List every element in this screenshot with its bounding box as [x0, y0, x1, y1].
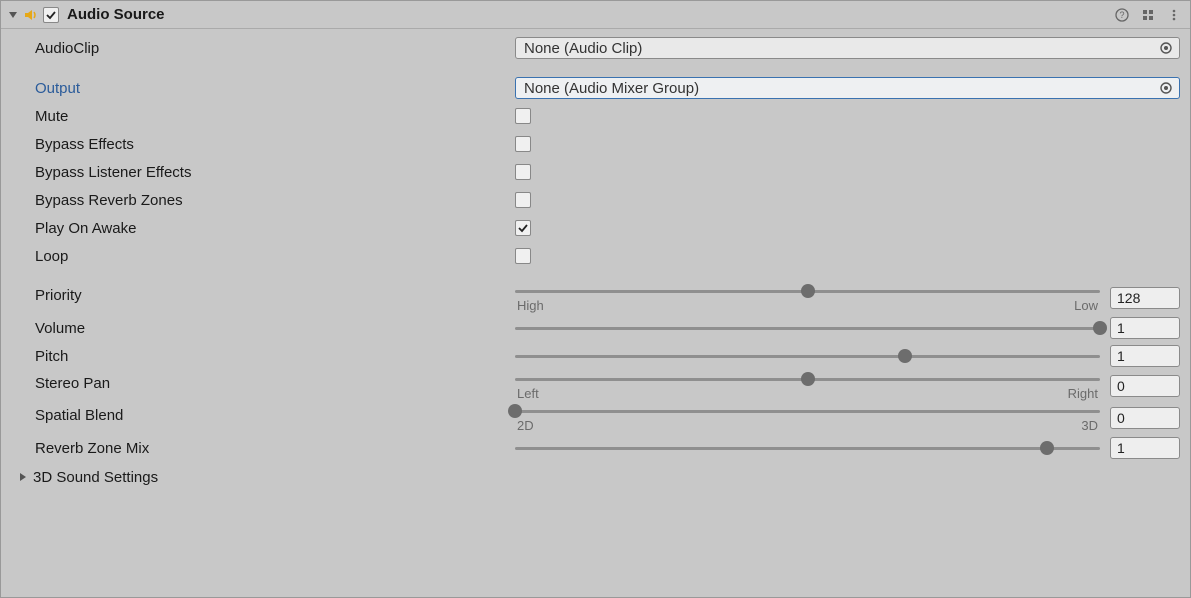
mute-label: Mute: [35, 108, 515, 125]
bypass-listener-effects-checkbox[interactable]: [515, 164, 531, 180]
3d-sound-settings-label: 3D Sound Settings: [33, 469, 158, 486]
reverb-zone-mix-slider[interactable]: [515, 440, 1100, 456]
svg-text:?: ?: [1119, 10, 1124, 20]
chevron-right-icon: [17, 471, 29, 483]
stereo-pan-label: Stereo Pan: [35, 371, 515, 392]
priority-max-label: Low: [1074, 298, 1098, 313]
presets-icon[interactable]: [1138, 5, 1158, 25]
output-label: Output: [35, 80, 515, 97]
component-body: AudioClip None (Audio Clip) Output None …: [1, 29, 1190, 597]
reverb-zone-mix-label: Reverb Zone Mix: [35, 440, 515, 457]
context-menu-icon[interactable]: [1164, 5, 1184, 25]
spatial-blend-label: Spatial Blend: [35, 403, 515, 424]
pitch-label: Pitch: [35, 348, 515, 365]
play-on-awake-checkbox[interactable]: [515, 220, 531, 236]
bypass-reverb-zones-label: Bypass Reverb Zones: [35, 192, 515, 209]
bypass-listener-effects-label: Bypass Listener Effects: [35, 164, 515, 181]
help-icon[interactable]: ?: [1112, 5, 1132, 25]
priority-min-label: High: [517, 298, 544, 313]
loop-checkbox[interactable]: [515, 248, 531, 264]
object-picker-icon[interactable]: [1157, 79, 1175, 97]
pitch-thumb[interactable]: [898, 349, 912, 363]
loop-label: Loop: [35, 248, 515, 265]
spatial-blend-thumb[interactable]: [508, 404, 522, 418]
stereo-pan-slider[interactable]: [515, 371, 1100, 387]
volume-label: Volume: [35, 320, 515, 337]
pitch-value[interactable]: 1: [1110, 345, 1180, 367]
object-picker-icon[interactable]: [1157, 39, 1175, 57]
foldout-toggle-icon[interactable]: [7, 9, 19, 21]
bypass-effects-checkbox[interactable]: [515, 136, 531, 152]
component-header[interactable]: Audio Source ?: [1, 1, 1190, 29]
mute-checkbox[interactable]: [515, 108, 531, 124]
audioclip-field[interactable]: None (Audio Clip): [515, 37, 1180, 59]
spatial-blend-max-label: 3D: [1081, 418, 1098, 433]
stereo-pan-value[interactable]: 0: [1110, 375, 1180, 397]
audioclip-label: AudioClip: [35, 40, 515, 57]
bypass-reverb-zones-checkbox[interactable]: [515, 192, 531, 208]
priority-label: Priority: [35, 283, 515, 304]
component-title: Audio Source: [67, 6, 165, 23]
stereo-pan-thumb[interactable]: [801, 372, 815, 386]
pitch-slider[interactable]: [515, 348, 1100, 364]
priority-thumb[interactable]: [801, 284, 815, 298]
reverb-zone-mix-thumb[interactable]: [1040, 441, 1054, 455]
volume-slider[interactable]: [515, 320, 1100, 336]
component-enable-checkbox[interactable]: [43, 7, 59, 23]
reverb-zone-mix-value[interactable]: 1: [1110, 437, 1180, 459]
bypass-effects-label: Bypass Effects: [35, 136, 515, 153]
stereo-pan-max-label: Right: [1068, 386, 1098, 401]
volume-value[interactable]: 1: [1110, 317, 1180, 339]
priority-value[interactable]: 128: [1110, 287, 1180, 309]
spatial-blend-slider[interactable]: [515, 403, 1100, 419]
spatial-blend-min-label: 2D: [517, 418, 534, 433]
volume-thumb[interactable]: [1093, 321, 1107, 335]
3d-sound-settings-foldout[interactable]: 3D Sound Settings: [17, 463, 1180, 491]
spatial-blend-value[interactable]: 0: [1110, 407, 1180, 429]
audioclip-value: None (Audio Clip): [524, 40, 1157, 57]
audio-source-component: Audio Source ? AudioClip None (Audio Cli…: [0, 0, 1191, 598]
output-field[interactable]: None (Audio Mixer Group): [515, 77, 1180, 99]
audio-source-icon: [23, 7, 39, 23]
output-value: None (Audio Mixer Group): [524, 80, 1157, 97]
play-on-awake-label: Play On Awake: [35, 220, 515, 237]
stereo-pan-min-label: Left: [517, 386, 539, 401]
priority-slider[interactable]: [515, 283, 1100, 299]
